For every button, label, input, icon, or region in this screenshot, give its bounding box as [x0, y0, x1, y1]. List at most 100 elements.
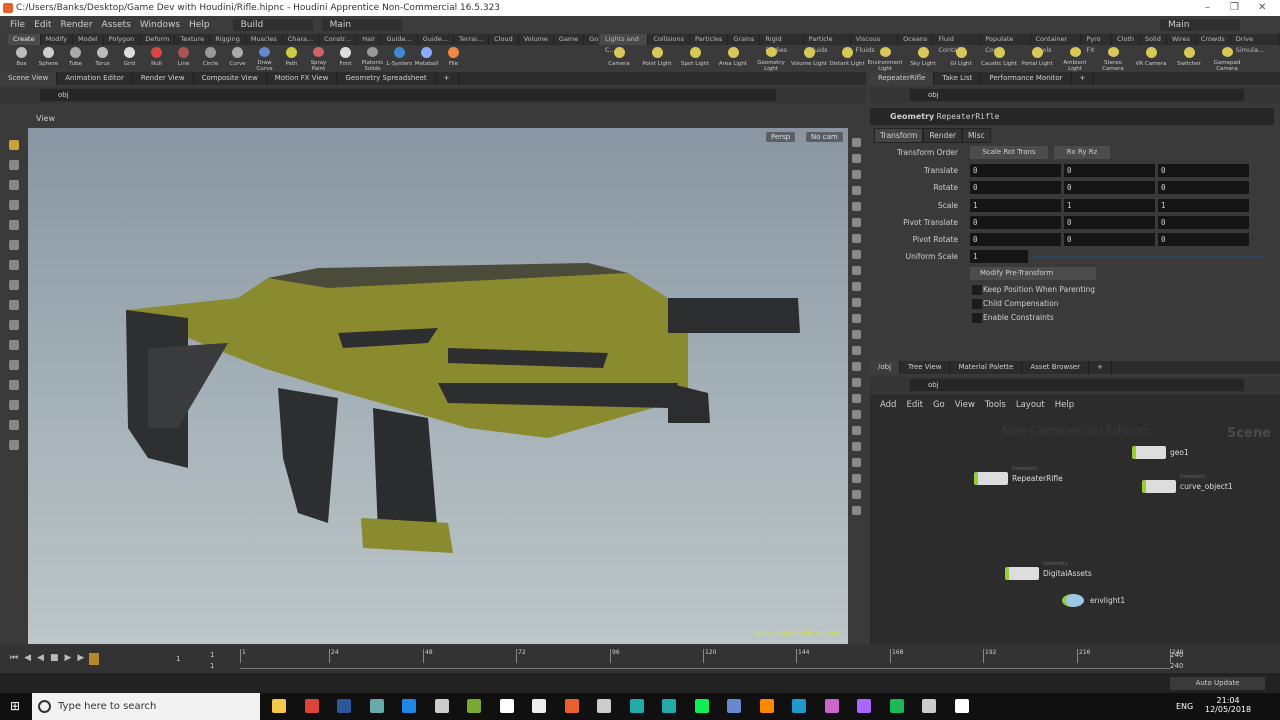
viewport-tool-icon[interactable]	[9, 200, 19, 210]
taskbar-app-icon[interactable]	[564, 699, 579, 713]
taskbar-app-icon[interactable]	[857, 699, 871, 713]
shelf-tab[interactable]: Game D...	[554, 34, 585, 54]
display-option-icon[interactable]	[852, 474, 861, 483]
taskbar-app-icon[interactable]	[532, 699, 546, 713]
shelf-tool-switcher[interactable]: Switcher	[1170, 45, 1208, 72]
shelf-tab[interactable]: Particles	[690, 34, 729, 45]
display-option-icon[interactable]	[852, 346, 861, 355]
shelf-tab[interactable]: Particle Fluids	[804, 34, 851, 54]
pane-tab[interactable]: Geometry Spreadsheet	[337, 72, 436, 85]
shelf-tool-ambient-light[interactable]: Ambient Light	[1056, 45, 1094, 72]
display-option-icon[interactable]	[852, 234, 861, 243]
checkbox[interactable]	[972, 313, 982, 323]
pane-tab[interactable]: Performance Monitor	[981, 72, 1072, 85]
viewport-tool-icon[interactable]	[9, 300, 19, 310]
shelf-tool-geometry-light[interactable]: Geometry Light	[752, 45, 790, 72]
uniform-scale-slider[interactable]	[1032, 256, 1264, 258]
shelf-tool-distant-light[interactable]: Distant Light	[828, 45, 866, 72]
shelf-tab[interactable]: Drive Simula...	[1231, 34, 1280, 54]
checkbox[interactable]	[972, 285, 982, 295]
shelf-tool-environment-light[interactable]: Environment Light	[866, 45, 904, 72]
shelf-tool-torus[interactable]: Torus	[89, 45, 116, 72]
display-option-icon[interactable]	[852, 202, 861, 211]
network-editor[interactable]: Add Edit Go View Tools Layout Help Non-Commerc…	[870, 394, 1280, 645]
shelf-tab[interactable]: Cloud FX	[489, 34, 519, 54]
shelf-tab[interactable]: Cloth	[1112, 34, 1141, 45]
add-tab-button[interactable]: +	[436, 72, 459, 85]
add-tab-button[interactable]: +	[1072, 72, 1095, 85]
param-field-x[interactable]: 0	[970, 164, 1061, 177]
taskbar-app-icon[interactable]	[597, 699, 611, 713]
close-button[interactable]: ✕	[1258, 0, 1266, 16]
display-option-icon[interactable]	[852, 250, 861, 259]
shelf-tab[interactable]: Chara...	[283, 34, 320, 45]
shelf-tool-sky-light[interactable]: Sky Light	[904, 45, 942, 72]
add-tab-button[interactable]: +	[1089, 361, 1112, 374]
shelf-tab[interactable]: Model	[73, 34, 104, 45]
taskbar-app-icon[interactable]	[922, 699, 936, 713]
param-field-x[interactable]: 0	[970, 233, 1061, 247]
param-field-z[interactable]: 0	[1158, 164, 1249, 177]
display-option-icon[interactable]	[852, 362, 861, 371]
pane-tab[interactable]: Asset Browser	[1022, 361, 1090, 374]
shelf-tool-draw-curve[interactable]: Draw Curve	[251, 45, 278, 72]
shelf-tab[interactable]: Oceans	[898, 34, 934, 45]
param-field-y[interactable]: 0	[1064, 181, 1155, 195]
shelf-tool-gi-light[interactable]: GI Light	[942, 45, 980, 72]
viewport-tool-icon[interactable]	[9, 360, 19, 370]
taskbar-app-icon[interactable]	[337, 699, 351, 713]
shelf-tool-stereo-camera[interactable]: Stereo Camera	[1094, 45, 1132, 72]
pane-tab[interactable]: Tree View	[900, 361, 951, 374]
viewport-tool-icon[interactable]	[9, 220, 19, 230]
param-field-z[interactable]: 0	[1158, 181, 1249, 195]
viewport-tool-icon[interactable]	[9, 140, 19, 150]
menu-assets[interactable]: Assets	[102, 20, 131, 30]
network-node[interactable]	[1132, 446, 1166, 459]
network-menu-view[interactable]: View	[955, 400, 975, 410]
param-field-x[interactable]: 0	[970, 181, 1061, 195]
shelf-tool-path[interactable]: Path	[278, 45, 305, 72]
shelf-tool-volume-light[interactable]: Volume Light	[790, 45, 828, 72]
shelf-tab[interactable]: Rigging	[210, 34, 246, 45]
language-indicator[interactable]: ENG	[1176, 702, 1193, 711]
taskbar-app-icon[interactable]	[434, 699, 449, 713]
display-option-icon[interactable]	[852, 458, 861, 467]
uniform-scale-field[interactable]: 1	[970, 250, 1028, 263]
shelf-tab[interactable]: Lights and C...	[600, 34, 649, 54]
taskbar-app-icon[interactable]	[499, 699, 514, 713]
taskbar-app-icon[interactable]	[954, 699, 969, 713]
display-option-icon[interactable]	[852, 170, 861, 179]
desktop-select[interactable]: Build	[232, 18, 313, 31]
pane-tab[interactable]: Material Palette	[950, 361, 1023, 374]
menu-edit[interactable]: Edit	[34, 20, 51, 30]
shelf-tool-null[interactable]: Null	[143, 45, 170, 72]
shelf-tool-sphere[interactable]: Sphere	[35, 45, 62, 72]
right-desktop-select[interactable]: Main	[1160, 18, 1240, 31]
left-toolbar[interactable]	[0, 128, 28, 644]
param-field-x[interactable]: 1	[970, 198, 1061, 212]
shelf-tab[interactable]: Deform	[140, 34, 176, 45]
viewport-tool-icon[interactable]	[9, 340, 19, 350]
shelf-tool-spot-light[interactable]: Spot Light	[676, 45, 714, 72]
param-field-y[interactable]: 1	[1064, 198, 1155, 212]
param-field-y[interactable]: 0	[1064, 233, 1155, 247]
shelf-tool-point-light[interactable]: Point Light	[638, 45, 676, 72]
viewport-tool-icon[interactable]	[9, 180, 19, 190]
menu-render[interactable]: Render	[61, 20, 93, 30]
modify-pre-transform-menu[interactable]: Modify Pre-Transform	[970, 267, 1096, 280]
network-menu-help[interactable]: Help	[1055, 400, 1074, 410]
display-option-icon[interactable]	[852, 394, 861, 403]
viewport-tool-icon[interactable]	[9, 420, 19, 430]
shelf-tool-grid[interactable]: Grid	[116, 45, 143, 72]
shelf-tab[interactable]: Hair U...	[357, 34, 382, 54]
viewport-tool-icon[interactable]	[9, 400, 19, 410]
shelf-tab[interactable]: Crowds	[1196, 34, 1231, 45]
auto-update-menu[interactable]: Auto Update	[1170, 677, 1265, 690]
param-field-y[interactable]: 0	[1064, 215, 1155, 229]
taskbar-app-icon[interactable]	[792, 699, 806, 713]
shelf-tab[interactable]: Volume	[519, 34, 554, 45]
param-field-x[interactable]: 0	[970, 215, 1061, 229]
shelf-tool-tube[interactable]: Tube	[62, 45, 89, 72]
shelf-tool-area-light[interactable]: Area Light	[714, 45, 752, 72]
menu-windows[interactable]: Windows	[140, 20, 180, 30]
